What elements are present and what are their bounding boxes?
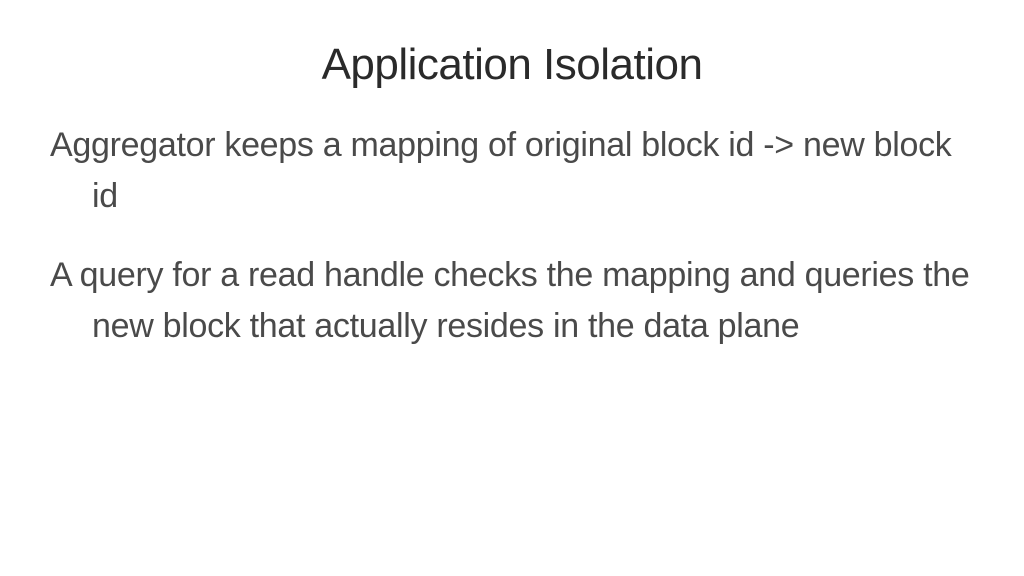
slide-paragraph: Aggregator keeps a mapping of original b… <box>92 120 974 222</box>
slide-title: Application Isolation <box>50 40 974 90</box>
slide-paragraph: A query for a read handle checks the map… <box>92 250 974 352</box>
